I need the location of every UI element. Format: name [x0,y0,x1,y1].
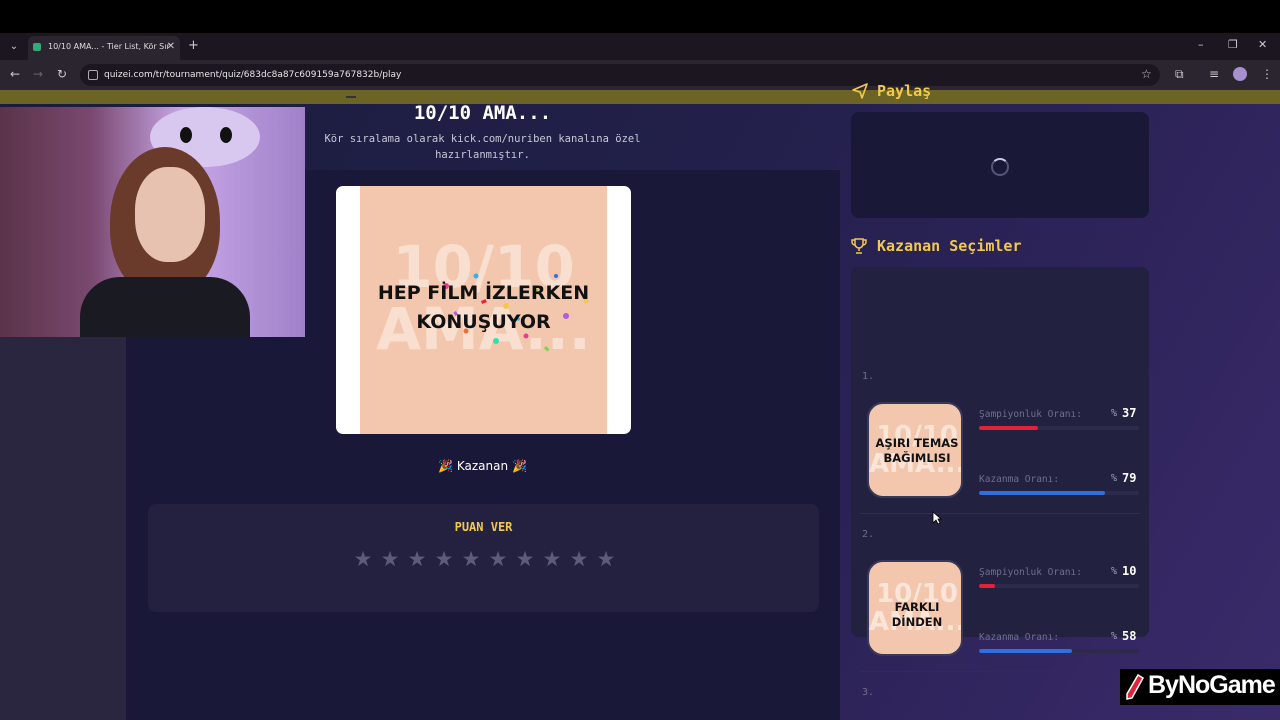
star-9[interactable]: ★ [568,548,590,570]
browser-tab[interactable]: 10/10 AMA... - Tier List, Kör Sır ✕ [28,36,180,60]
win-rate-fill [979,649,1072,653]
extensions-icon[interactable]: ⧉ [1175,67,1184,82]
winner-thumb-1[interactable]: 10/10 AMA... AŞIRI TEMAS BAĞIMLISI [867,402,963,498]
star-3[interactable]: ★ [406,548,428,570]
champ-rate-percent: % [1111,566,1118,577]
win-rate-fill [979,491,1106,495]
tab-favicon-icon [33,43,41,51]
window-close-icon[interactable]: ✕ [1258,38,1267,51]
bookmark-star-icon[interactable]: ☆ [1141,67,1152,81]
win-rate-percent: % [1111,473,1118,484]
header-dash [346,96,356,98]
rank-2: 2. [862,529,875,540]
winner-caption-text: Kazanan [456,459,509,473]
tab-title: 10/10 AMA... - Tier List, Kör Sır [48,42,170,51]
left-dark-panel [0,337,126,720]
win-rate-percent: % [1111,631,1118,642]
win-rate-label: Kazanma Oranı: [979,474,1060,485]
streamer-shirt [80,277,250,337]
thumb-label: FARKLI DİNDEN [891,600,943,629]
champ-rate-label: Şampiyonluk Oranı: [979,567,1082,578]
url-text: quizei.com/tr/tournament/quiz/683dc8a87c… [104,70,402,80]
champ-rate-value: 10 [1122,564,1137,578]
star-5[interactable]: ★ [460,548,482,570]
minimize-icon[interactable]: – [1198,38,1204,51]
rank-1: 1. [862,371,875,382]
champ-rate-label: Şampiyonluk Oranı: [979,409,1082,420]
share-title: Paylaş [877,82,932,100]
loading-spinner-icon [991,158,1009,176]
party-popper-icon-left: 🎉 [438,459,454,473]
star-7[interactable]: ★ [514,548,536,570]
tab-close-icon[interactable]: ✕ [167,36,175,58]
back-arrow-icon[interactable]: ← [10,67,20,81]
winner-card[interactable]: 10/10 AMA... HEP FİLM İZLERKEN KONUŞUYOR [336,186,631,434]
winners-title: Kazanan Seçimler [877,237,1022,255]
media-control-icon[interactable]: ≡ [1209,67,1219,81]
watermark-text: ByNoGame [1148,671,1276,699]
quiz-title: 10/10 AMA... [413,102,552,124]
star-10[interactable]: ★ [595,548,617,570]
trophy-icon [851,238,867,254]
champ-rate-percent: % [1111,408,1118,419]
list-divider [860,671,1140,672]
screen-top-bar [0,0,1280,33]
send-icon [852,83,868,99]
rating-title: PUAN VER [454,520,513,534]
star-2[interactable]: ★ [379,548,401,570]
champ-rate-value: 37 [1122,406,1137,420]
win-rate-value: 79 [1122,471,1137,485]
pen-logo-icon [1126,674,1144,700]
rating-stars: ★ ★ ★ ★ ★ ★ ★ ★ ★ ★ [352,548,617,570]
star-4[interactable]: ★ [433,548,455,570]
bynogame-watermark: ByNoGame [1120,669,1280,705]
win-rate-bar [979,491,1139,495]
star-8[interactable]: ★ [541,548,563,570]
quiz-description: Kör sıralama olarak kick.com/nuriben kan… [324,133,641,161]
card-label: HEP FİLM İZLERKEN KONUŞUYOR [377,282,590,333]
thumb-label: AŞIRI TEMAS BAĞIMLISI [875,436,959,465]
win-rate-bar [979,649,1139,653]
champ-rate-bar [979,584,1139,588]
webcam-overlay [0,107,305,337]
champ-rate-fill [979,584,995,588]
url-field[interactable]: quizei.com/tr/tournament/quiz/683dc8a87c… [80,64,1160,86]
streamer-face [135,167,205,262]
maximize-icon[interactable]: ❐ [1228,38,1238,51]
win-rate-value: 58 [1122,629,1137,643]
list-divider [860,513,1140,514]
plush-eye-right [220,127,232,143]
party-popper-icon-right: 🎉 [511,459,527,473]
champ-rate-fill [979,426,1039,430]
winner-thumb-2[interactable]: 10/10 AMA... FARKLI DİNDEN [867,560,963,656]
winner-caption: 🎉 Kazanan 🎉 [405,459,560,473]
tab-search-chevron-icon[interactable]: ⌄ [6,40,22,54]
plush-eye-left [180,127,192,143]
forward-arrow-icon[interactable]: → [33,67,43,81]
site-info-icon[interactable] [88,70,98,80]
champ-rate-bar [979,426,1139,430]
win-rate-label: Kazanma Oranı: [979,632,1060,643]
rank-3: 3. [862,687,875,698]
new-tab-plus-icon[interactable]: + [188,38,199,53]
star-1[interactable]: ★ [352,548,374,570]
star-6[interactable]: ★ [487,548,509,570]
mouse-cursor-icon [932,511,942,525]
profile-avatar[interactable] [1233,67,1247,81]
reload-icon[interactable]: ↻ [57,67,67,81]
menu-dots-icon[interactable]: ⋮ [1261,67,1273,81]
